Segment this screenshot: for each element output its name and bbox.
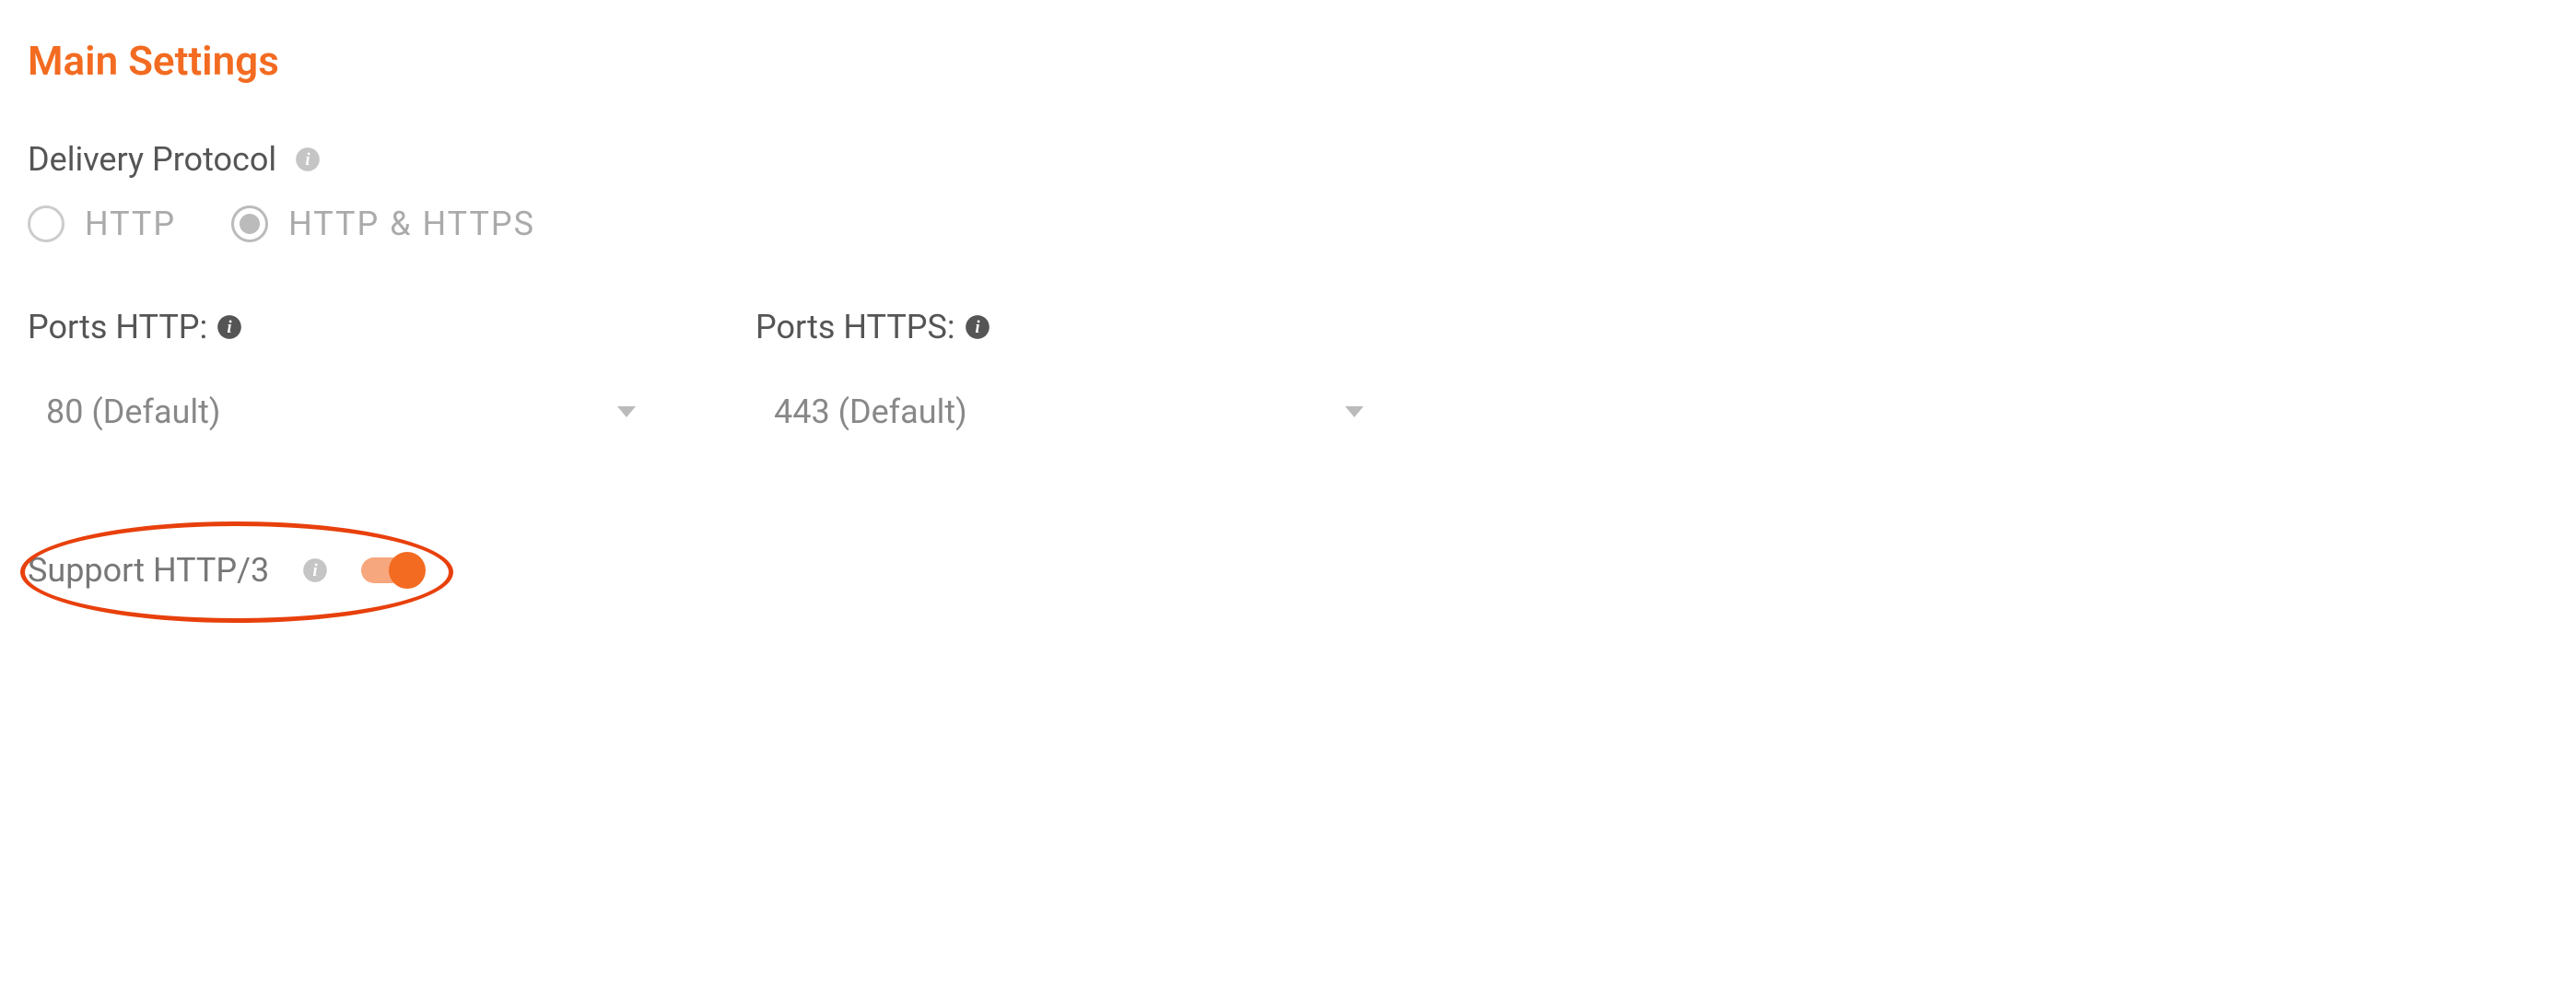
support-http3-toggle[interactable] <box>361 557 420 583</box>
ports-https-column: Ports HTTPS: i 443 (Default) <box>755 308 1400 440</box>
delivery-protocol-label: Delivery Protocol <box>28 140 276 179</box>
ports-http-value: 80 (Default) <box>46 392 220 431</box>
info-icon[interactable]: i <box>217 314 242 340</box>
section-title: Main Settings <box>28 37 2548 85</box>
support-http3-row: Support HTTP/3 i <box>28 533 420 608</box>
ports-http-label-row: Ports HTTP: i <box>28 308 673 346</box>
ports-https-label: Ports HTTPS: <box>755 308 955 346</box>
delivery-protocol-label-row: Delivery Protocol i <box>28 140 2548 179</box>
ports-https-value: 443 (Default) <box>774 392 967 431</box>
radio-label-http: HTTP <box>85 205 176 243</box>
svg-text:i: i <box>313 561 319 580</box>
support-http3-label: Support HTTP/3 <box>28 551 269 590</box>
radio-option-http-https[interactable]: HTTP & HTTPS <box>231 205 535 243</box>
delivery-protocol-radio-group: HTTP HTTP & HTTPS <box>28 205 2548 243</box>
ports-http-label: Ports HTTP: <box>28 308 207 346</box>
ports-https-label-row: Ports HTTPS: i <box>755 308 1400 346</box>
chevron-down-icon <box>617 406 636 417</box>
support-http3-highlight: Support HTTP/3 i <box>28 533 420 608</box>
svg-text:i: i <box>228 318 233 337</box>
svg-text:i: i <box>306 150 311 170</box>
svg-text:i: i <box>975 318 980 337</box>
ports-http-column: Ports HTTP: i 80 (Default) <box>28 308 673 440</box>
radio-circle-selected <box>231 205 268 242</box>
chevron-down-icon <box>1345 406 1364 417</box>
radio-option-http[interactable]: HTTP <box>28 205 176 243</box>
info-icon[interactable]: i <box>295 146 321 172</box>
info-icon[interactable]: i <box>302 557 328 583</box>
ports-https-dropdown[interactable]: 443 (Default) <box>755 383 1382 440</box>
info-icon[interactable]: i <box>965 314 990 340</box>
ports-row: Ports HTTP: i 80 (Default) Ports HTTPS: … <box>28 308 2548 440</box>
radio-label-http-https: HTTP & HTTPS <box>288 205 535 243</box>
radio-circle <box>28 205 64 242</box>
ports-http-dropdown[interactable]: 80 (Default) <box>28 383 654 440</box>
